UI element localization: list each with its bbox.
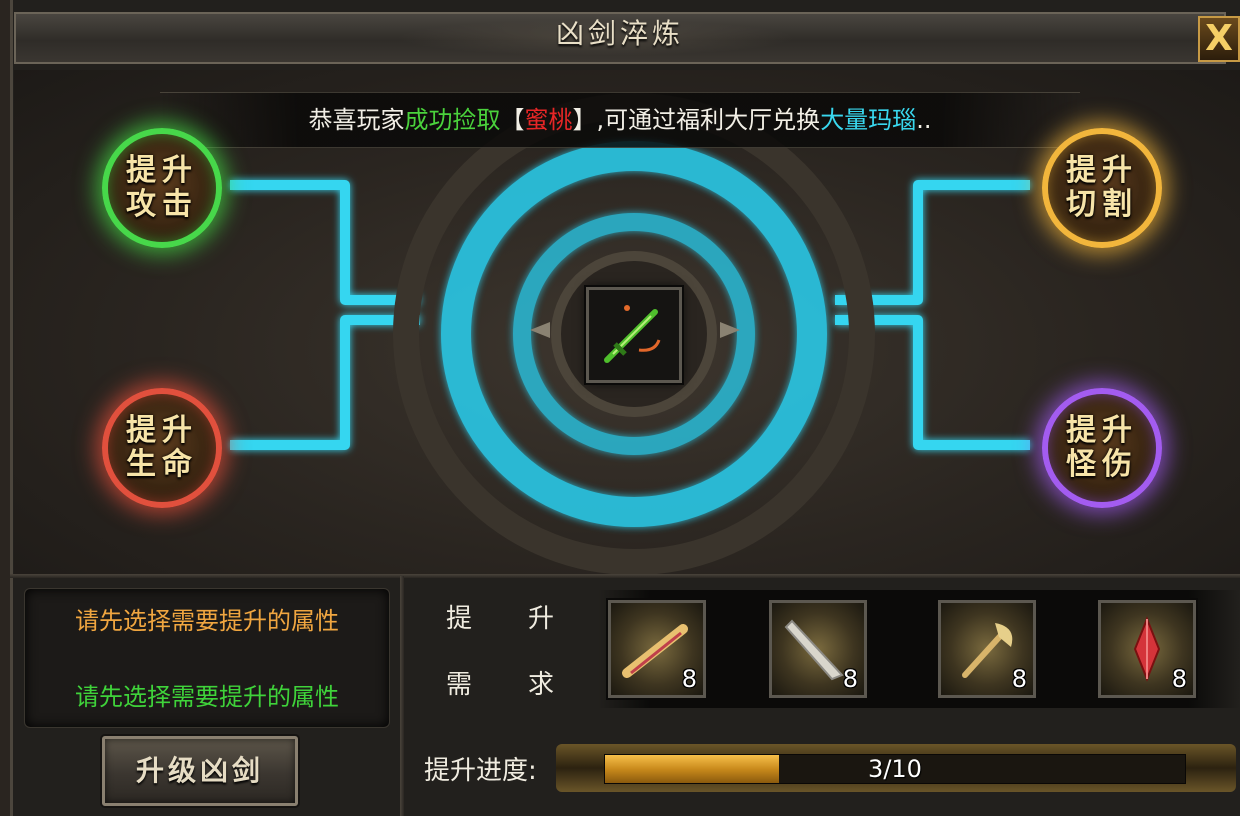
material-slot-1[interactable]: 8 [608,600,706,698]
window-title: 凶剑淬炼 [555,17,684,50]
notice-middle: ,可通过福利大厅兑换 [596,106,821,134]
material-slot-3[interactable]: 8 [938,600,1036,698]
boost-attack-label: 提升攻击 [126,153,198,222]
boost-life-label: 提升生命 [126,413,198,482]
req-label-b1: 需 [446,670,473,700]
hint-line-2: 请先选择需要提升的属性 [75,683,339,711]
progress-text: 3/10 [868,755,922,783]
material-slot-2[interactable]: 8 [769,600,867,698]
progress-bar: 3/10 [556,744,1236,792]
system-notice: 恭喜玩家成功捡取【蜜桃】,可通过福利大厅兑换大量玛瑙.. [160,92,1080,148]
boost-life-button[interactable]: 提升生命 [102,388,222,508]
notice-bracket-open: 【 [500,106,525,134]
boost-attack-button[interactable]: 提升攻击 [102,128,222,248]
hint-panel: 请先选择需要提升的属性 请先选择需要提升的属性 [24,588,390,728]
notice-prefix: 恭喜玩家 [308,106,405,134]
notice-item: 蜜桃 [524,106,573,134]
notice-reward: 大量玛瑙 [820,106,917,134]
material-slot-4[interactable]: 8 [1098,600,1196,698]
req-label-a2: 升 [528,604,555,634]
material-count-3: 8 [1011,665,1027,693]
boost-cut-label: 提升切割 [1066,153,1138,222]
hint-line-1: 请先选择需要提升的属性 [75,607,339,635]
boost-monster-damage-button[interactable]: 提升怪伤 [1042,388,1162,508]
close-button[interactable]: X [1198,16,1240,62]
req-label-b2: 求 [528,670,555,700]
green-sword-icon [589,290,679,380]
notice-bracket-close: 】 [572,106,597,134]
material-count-2: 8 [842,665,858,693]
boost-cut-button[interactable]: 提升切割 [1042,128,1162,248]
section-divider [10,574,1240,578]
progress-label: 提升进度: [424,756,537,786]
progress-track: 3/10 [604,754,1186,784]
material-count-1: 8 [681,665,697,693]
upgrade-sword-button[interactable]: 升级凶剑 [102,736,298,806]
panel-divider [400,576,404,816]
req-label-a1: 提 [446,604,473,634]
notice-highlight: 成功捡取 [404,106,501,134]
notice-suffix: .. [916,106,932,134]
material-count-4: 8 [1171,665,1187,693]
sword-item-slot[interactable] [586,287,682,383]
boost-monster-damage-label: 提升怪伤 [1066,413,1138,482]
